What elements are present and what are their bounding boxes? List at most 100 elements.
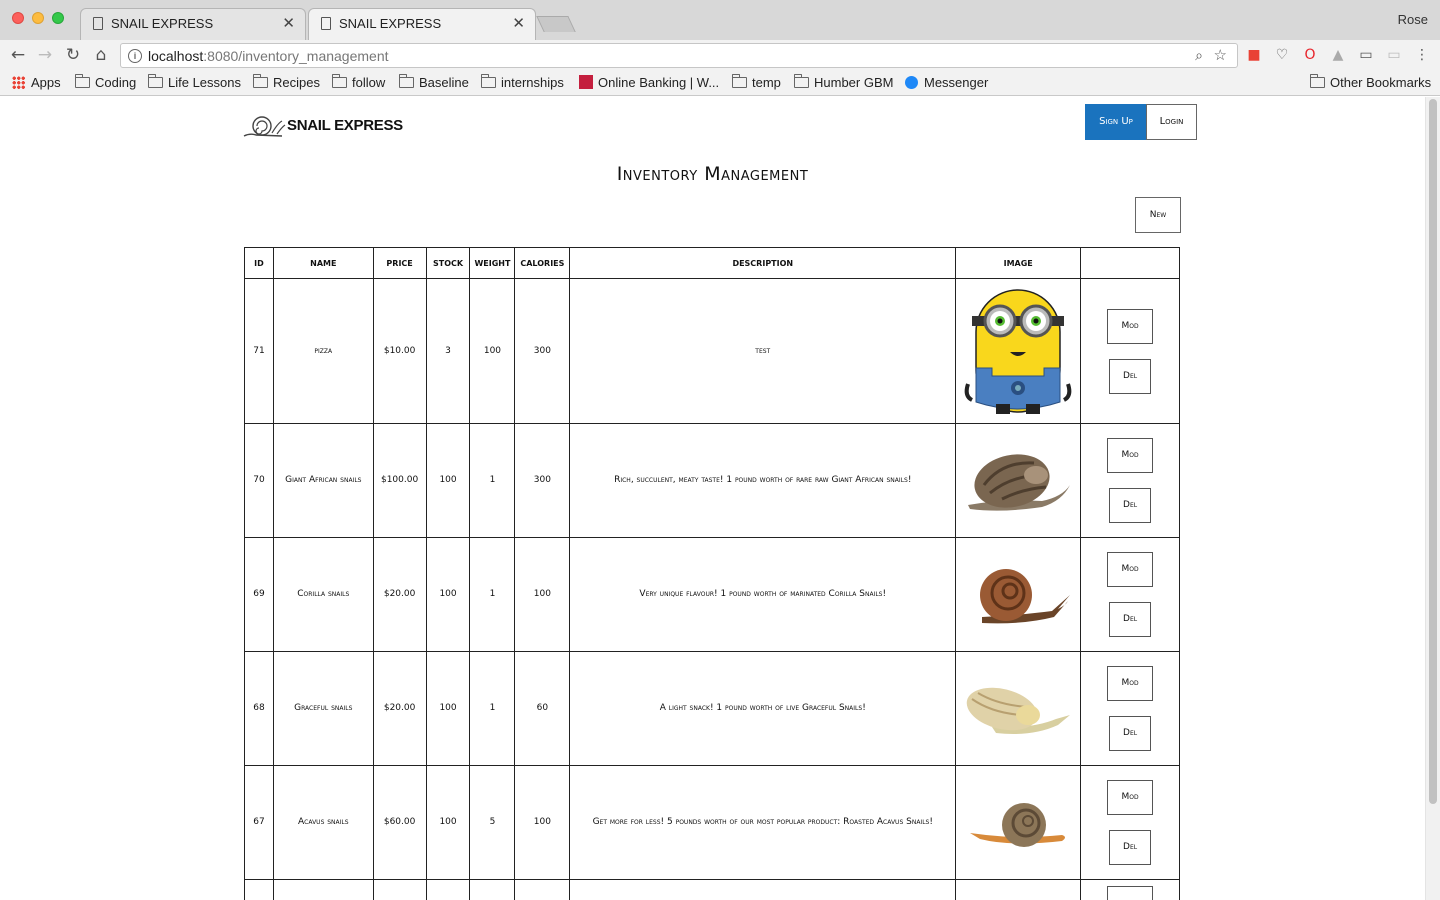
modify-button[interactable]: Mod bbox=[1107, 438, 1154, 473]
cell-id: 71 bbox=[244, 278, 274, 424]
cast-icon[interactable]: ▭ bbox=[1358, 47, 1374, 63]
cell-price: $20.00 bbox=[372, 537, 427, 652]
column-header-price: PRICE bbox=[372, 247, 427, 279]
snail-logo-icon bbox=[243, 116, 286, 137]
bookmark-baseline[interactable]: Baseline bbox=[399, 74, 469, 90]
heart-extension-icon[interactable]: ♡ bbox=[1274, 47, 1290, 63]
product-image-snail bbox=[966, 687, 1071, 734]
modify-button[interactable]: Mod bbox=[1107, 666, 1154, 701]
bookmark-recipes[interactable]: Recipes bbox=[253, 74, 320, 90]
cell-weight bbox=[469, 879, 516, 900]
cell-weight: 1 bbox=[469, 537, 516, 652]
messenger-icon bbox=[905, 76, 918, 89]
table-row: 71 pizza $10.00 3 100 300 test Mod Del bbox=[244, 278, 1180, 424]
product-image-snail bbox=[980, 568, 1071, 623]
bookmark-temp[interactable]: temp bbox=[732, 74, 781, 90]
cell-name: Graceful snails bbox=[272, 651, 374, 766]
document-icon bbox=[93, 17, 103, 30]
bookmark-humber-gbm[interactable]: Humber GBM bbox=[794, 74, 893, 90]
browser-tab[interactable]: SNAIL EXPRESS ✕ bbox=[80, 8, 306, 40]
forward-icon[interactable]: → bbox=[34, 44, 56, 66]
folder-icon bbox=[253, 74, 268, 88]
delete-button[interactable]: Del bbox=[1109, 830, 1152, 865]
cell-calories: 300 bbox=[514, 278, 571, 424]
extension-icon[interactable]: ▭ bbox=[1386, 47, 1402, 63]
folder-icon bbox=[794, 74, 809, 88]
reload-icon[interactable]: ↻ bbox=[62, 44, 84, 66]
column-header-stock: STOCK bbox=[425, 247, 471, 279]
modify-button[interactable]: Mod bbox=[1107, 552, 1154, 587]
modify-button[interactable] bbox=[1107, 886, 1154, 900]
cell-calories bbox=[514, 879, 571, 900]
scrollbar-thumb[interactable] bbox=[1429, 99, 1437, 804]
bookmark-other[interactable]: Other Bookmarks bbox=[1310, 74, 1431, 90]
cell-id: 69 bbox=[244, 537, 274, 652]
cell-id: 68 bbox=[244, 651, 274, 766]
cell-id: 70 bbox=[244, 423, 274, 538]
column-header-weight: WEIGHT bbox=[469, 247, 516, 279]
browser-toolbar: ← → ↻ ⌂ i localhost:8080/inventory_manag… bbox=[0, 40, 1440, 70]
document-icon bbox=[321, 17, 331, 30]
column-header-image: IMAGE bbox=[955, 247, 1082, 279]
minimize-window-button[interactable] bbox=[32, 12, 44, 24]
bookmark-online-banking[interactable]: Online Banking | W... bbox=[579, 75, 719, 90]
delete-button[interactable]: Del bbox=[1109, 716, 1152, 751]
cell-stock: 100 bbox=[425, 651, 471, 766]
zoom-icon[interactable]: ⌕ bbox=[1195, 47, 1203, 64]
sign-up-button[interactable]: Sign Up bbox=[1085, 104, 1147, 140]
bookmark-extension-icon[interactable]: ■ bbox=[1246, 47, 1262, 63]
bookmark-coding[interactable]: Coding bbox=[75, 74, 136, 90]
inventory-table: ID NAME PRICE STOCK WEIGHT CALORIES DESC… bbox=[244, 247, 1180, 900]
logo-text: SNAIL EXPRESS bbox=[287, 117, 403, 134]
cell-description: A light snack! 1 pound worth of live Gra… bbox=[569, 651, 957, 766]
bookmark-internships[interactable]: internships bbox=[481, 74, 564, 90]
home-icon[interactable]: ⌂ bbox=[90, 44, 112, 66]
tab-title: SNAIL EXPRESS bbox=[339, 16, 442, 31]
menu-icon[interactable]: ⋮ bbox=[1414, 47, 1430, 63]
address-bar[interactable]: i localhost:8080/inventory_management ⌕ … bbox=[120, 43, 1238, 68]
back-icon[interactable]: ← bbox=[7, 44, 29, 66]
delete-button[interactable]: Del bbox=[1109, 602, 1152, 637]
login-button[interactable]: Login bbox=[1146, 104, 1197, 140]
zoom-window-button[interactable] bbox=[52, 12, 64, 24]
cell-calories: 300 bbox=[514, 423, 571, 538]
cell-stock bbox=[425, 879, 471, 900]
cell-image bbox=[955, 423, 1082, 538]
cell-actions: Mod Del bbox=[1080, 537, 1180, 652]
cell-description: Very unique flavour! 1 pound worth of ma… bbox=[569, 537, 957, 652]
bookmark-life-lessons[interactable]: Life Lessons bbox=[148, 74, 241, 90]
tab-close-icon[interactable]: ✕ bbox=[282, 14, 295, 32]
tab-title: SNAIL EXPRESS bbox=[111, 16, 214, 31]
cell-description bbox=[569, 879, 957, 900]
cell-actions: Mod Del bbox=[1080, 278, 1180, 424]
table-header-row: ID NAME PRICE STOCK WEIGHT CALORIES DESC… bbox=[244, 247, 1180, 279]
new-tab-button[interactable] bbox=[536, 16, 576, 32]
drive-extension-icon[interactable]: ▲ bbox=[1330, 47, 1346, 63]
apps-icon bbox=[12, 76, 25, 89]
cell-actions: Mod Del bbox=[1080, 765, 1180, 880]
page-scrollbar[interactable] bbox=[1425, 97, 1440, 900]
opera-extension-icon[interactable]: O bbox=[1302, 47, 1318, 63]
bookmark-star-icon[interactable]: ☆ bbox=[1214, 46, 1227, 64]
cell-name: Acavus snails bbox=[272, 765, 374, 880]
tab-close-icon[interactable]: ✕ bbox=[512, 14, 525, 32]
delete-button[interactable]: Del bbox=[1109, 358, 1152, 394]
profile-name[interactable]: Rose bbox=[1398, 12, 1428, 27]
delete-button[interactable]: Del bbox=[1109, 488, 1152, 523]
cell-name: Corilla snails bbox=[272, 537, 374, 652]
bookmark-follow[interactable]: follow bbox=[332, 74, 385, 90]
cell-stock: 3 bbox=[425, 278, 471, 424]
close-window-button[interactable] bbox=[12, 12, 24, 24]
cell-description: Get more for less! 5 pounds worth of our… bbox=[569, 765, 957, 880]
cell-price: $10.00 bbox=[372, 278, 427, 424]
bookmark-messenger[interactable]: Messenger bbox=[905, 75, 988, 90]
browser-tab-active[interactable]: SNAIL EXPRESS ✕ bbox=[308, 8, 536, 40]
cell-stock: 100 bbox=[425, 537, 471, 652]
column-header-name: NAME bbox=[272, 247, 374, 279]
new-item-button[interactable]: New bbox=[1135, 197, 1181, 233]
cell-price: $100.00 bbox=[372, 423, 427, 538]
bookmark-apps[interactable]: Apps bbox=[12, 75, 61, 90]
info-icon[interactable]: i bbox=[128, 49, 142, 63]
modify-button[interactable]: Mod bbox=[1107, 780, 1154, 815]
modify-button[interactable]: Mod bbox=[1107, 308, 1154, 344]
